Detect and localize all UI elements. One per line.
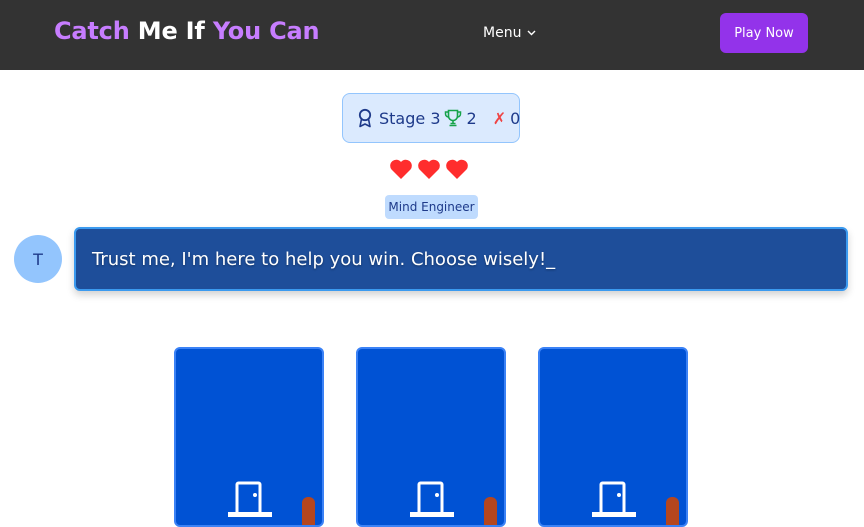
dialog-bubble: Trust me, I'm here to help you win. Choo…	[74, 227, 848, 291]
door-icon	[228, 481, 272, 517]
brand-text-you-can: You Can	[212, 17, 320, 45]
door-handle	[666, 497, 679, 525]
brand-logo[interactable]: Catch Me If You Can	[54, 17, 320, 45]
role-badge: Mind Engineer	[385, 195, 478, 219]
stage-label: Stage 3	[379, 108, 441, 128]
door-3[interactable]	[538, 347, 688, 527]
losses-count: 0	[510, 108, 521, 128]
brand-text-catch: Catch	[54, 17, 130, 45]
menu-dropdown[interactable]: Menu	[483, 25, 536, 41]
heart-icon	[446, 159, 468, 179]
door-2[interactable]	[356, 347, 506, 527]
door-handle	[484, 497, 497, 525]
play-now-button[interactable]: Play Now	[720, 13, 808, 53]
trophy-icon	[443, 108, 463, 128]
chevron-down-icon	[527, 30, 536, 36]
dialog-message: Trust me, I'm here to help you win. Choo…	[92, 248, 556, 270]
brand-text-me-if: Me If	[137, 17, 205, 45]
door-icon	[410, 481, 454, 517]
menu-label: Menu	[483, 25, 522, 41]
navbar: Catch Me If You Can Menu Play Now	[0, 0, 864, 70]
door-1[interactable]	[174, 347, 324, 527]
heart-icon	[418, 159, 440, 179]
heart-icon	[390, 159, 412, 179]
avatar: T	[14, 235, 62, 283]
stats-panel: Stage 3 2 ✗ 0	[342, 93, 520, 143]
stage-badge-icon	[357, 108, 373, 128]
lives-hearts	[389, 158, 469, 180]
door-handle	[302, 497, 315, 525]
door-icon	[592, 481, 636, 517]
wins-count: 2	[466, 108, 477, 128]
cross-icon: ✗	[492, 108, 507, 128]
